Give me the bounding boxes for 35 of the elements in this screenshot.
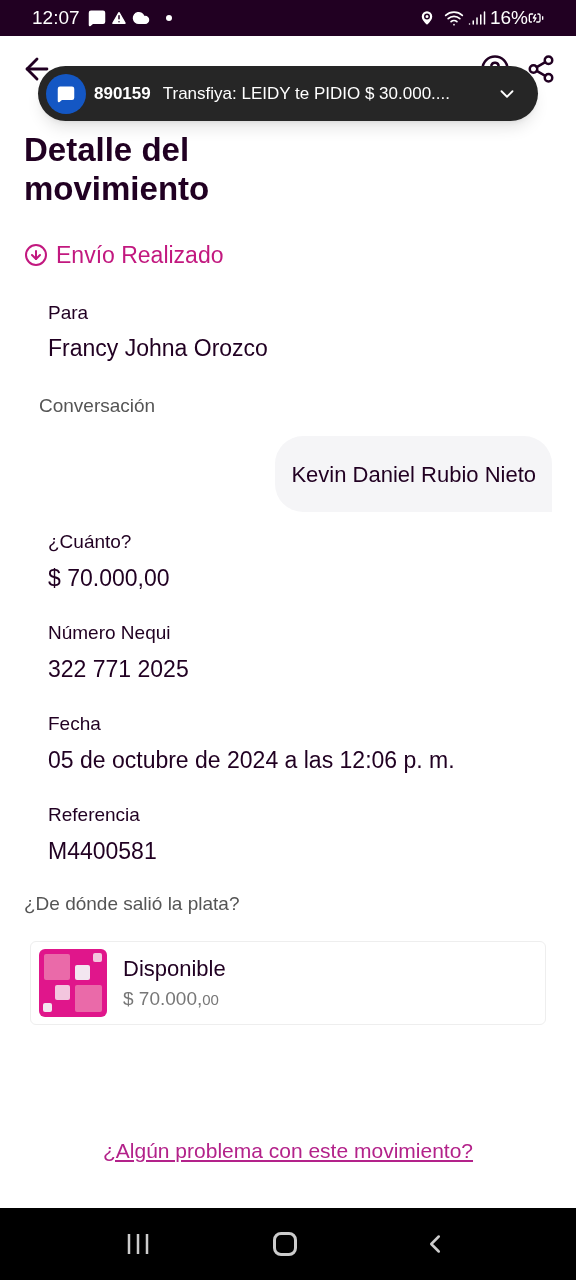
signal-icon <box>467 9 486 27</box>
field-label: Fecha <box>48 712 102 736</box>
recent-apps-icon[interactable] <box>125 1232 150 1256</box>
field-label: Para <box>48 300 90 325</box>
page-title: Detalle del movimiento <box>24 130 211 208</box>
warning-icon <box>109 9 128 27</box>
cloud-icon <box>131 9 150 27</box>
pocket-name: Disponible <box>123 954 226 983</box>
field-label: Referencia <box>48 803 141 827</box>
field-value: 05 de octubre de 2024 a las 12:06 p. m. <box>48 745 456 775</box>
sent-icon <box>24 243 48 268</box>
notification-sender: 890159 <box>94 82 151 105</box>
message-app-icon <box>46 73 86 114</box>
section-label: ¿De dónde salió la plata? <box>24 892 241 916</box>
pocket-icon <box>39 948 107 1017</box>
chat-icon <box>87 9 106 27</box>
notification-banner[interactable]: 890159 Transfiya: LEIDY te PIDIO $ 30.000.... <box>38 66 538 121</box>
message-bubble: Kevin Daniel Rubio Nieto <box>275 436 552 512</box>
section-label: Conversación <box>39 393 157 418</box>
field-value: $ 70.000,00 <box>48 563 171 593</box>
field-label: ¿Cuánto? <box>48 530 133 554</box>
field-label: Número Nequi <box>48 621 172 645</box>
field-value: Francy Johna Orozco <box>48 334 269 363</box>
wifi-icon <box>443 8 464 28</box>
source-card[interactable]: Disponible $ 70.000,00 <box>30 940 546 1025</box>
field-value: 322 771 2025 <box>48 654 190 684</box>
transaction-status: Envío Realizado <box>56 241 224 270</box>
help-link[interactable]: ¿Algún problema con este movimiento? <box>103 1134 473 1166</box>
battery-level: 16% <box>489 5 528 30</box>
field-value: M4400581 <box>48 836 158 866</box>
share-icon[interactable] <box>526 54 556 84</box>
home-icon[interactable] <box>273 1232 297 1256</box>
status-time: 12:07 <box>32 5 80 30</box>
notification-text: Transfiya: LEIDY te PIDIO $ 30.000.... <box>162 82 450 105</box>
pocket-balance: $ 70.000,00 <box>123 986 220 1011</box>
